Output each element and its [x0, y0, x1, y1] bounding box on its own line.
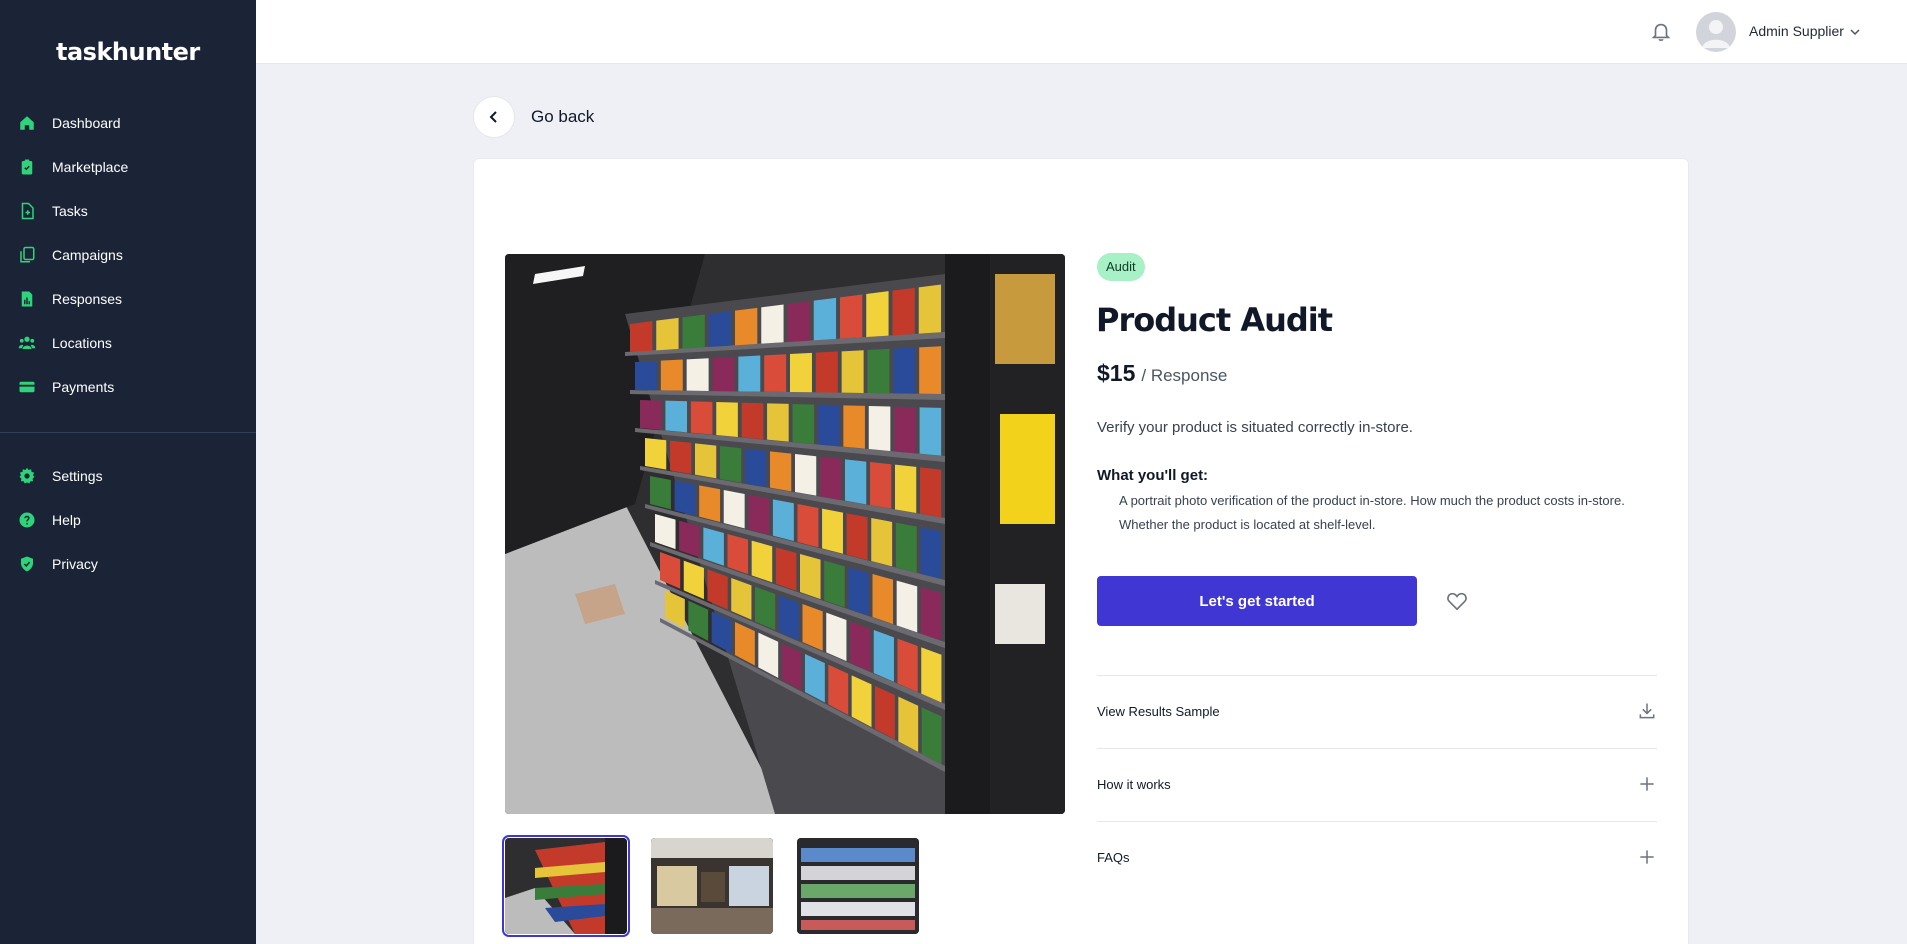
shield-check-icon [18, 555, 36, 573]
bell-icon[interactable] [1650, 20, 1672, 42]
sidebar-item-tasks[interactable]: Tasks [0, 189, 256, 233]
user-silhouette-icon [1702, 20, 1730, 48]
sidebar-item-label: Privacy [52, 556, 98, 572]
sidebar-item-payments[interactable]: Payments [0, 365, 256, 409]
sidebar-divider [0, 432, 256, 433]
sidebar-secondary-nav: Settings Help Privacy [0, 454, 256, 586]
what-you-get-line: A portrait photo verification of the pro… [1119, 493, 1625, 508]
clipboard-icon [18, 158, 36, 176]
thumbnail-1[interactable] [502, 835, 630, 937]
download-icon[interactable] [1637, 701, 1657, 721]
sidebar-item-label: Responses [52, 291, 123, 307]
price-value: $15 [1097, 360, 1136, 386]
price-unit: / Response [1141, 366, 1228, 385]
plus-icon[interactable] [1637, 847, 1657, 867]
sidebar-item-locations[interactable]: Locations [0, 321, 256, 365]
go-back-button[interactable] [473, 96, 515, 138]
bar-chart-icon [18, 290, 36, 308]
sidebar-item-label: Tasks [52, 203, 88, 219]
sidebar-item-label: Help [52, 512, 81, 528]
sidebar-item-label: Campaigns [52, 247, 123, 263]
what-you-get-list: A portrait photo verification of the pro… [1119, 489, 1679, 537]
file-plus-icon [18, 202, 36, 220]
accordion-faqs[interactable]: FAQs [1097, 821, 1657, 893]
sidebar-item-label: Marketplace [52, 159, 129, 175]
accordion-how-it-works[interactable]: How it works [1097, 748, 1657, 820]
accordion-label: View Results Sample [1097, 703, 1220, 719]
users-icon [18, 334, 36, 352]
sidebar-item-dashboard[interactable]: Dashboard [0, 101, 256, 145]
chevron-down-icon[interactable] [1849, 26, 1861, 38]
sidebar-item-settings[interactable]: Settings [0, 454, 256, 498]
sidebar-item-responses[interactable]: Responses [0, 277, 256, 321]
sidebar-item-label: Dashboard [52, 115, 121, 131]
heart-icon[interactable] [1446, 591, 1468, 611]
sidebar-item-label: Settings [52, 468, 103, 484]
copy-icon [18, 246, 36, 264]
credit-card-icon [18, 378, 36, 396]
sidebar: taskhunter Dashboard Marketplace Tasks C… [0, 0, 256, 944]
sidebar-item-label: Payments [52, 379, 115, 395]
sidebar-item-campaigns[interactable]: Campaigns [0, 233, 256, 277]
accordion-label: How it works [1097, 776, 1171, 792]
avatar[interactable] [1696, 12, 1736, 52]
sidebar-main-nav: Dashboard Marketplace Tasks Campaigns Re… [0, 101, 256, 409]
app-logo[interactable]: taskhunter [56, 38, 200, 66]
chevron-left-icon [489, 111, 497, 123]
price: $15 / Response [1097, 360, 1227, 387]
category-badge: Audit [1097, 253, 1145, 281]
plus-icon[interactable] [1637, 774, 1657, 794]
product-image [505, 254, 1065, 814]
sidebar-item-marketplace[interactable]: Marketplace [0, 145, 256, 189]
product-title: Product Audit [1096, 301, 1333, 339]
home-icon [18, 114, 36, 132]
thumbnail-3[interactable] [797, 838, 919, 934]
accordion-label: FAQs [1097, 849, 1130, 865]
user-name[interactable]: Admin Supplier [1749, 23, 1844, 39]
sidebar-item-privacy[interactable]: Privacy [0, 542, 256, 586]
what-you-get-line: Whether the product is located at shelf-… [1119, 517, 1376, 532]
help-circle-icon [18, 511, 36, 529]
product-description: Verify your product is situated correctl… [1097, 419, 1413, 436]
get-started-button[interactable]: Let's get started [1097, 576, 1417, 626]
go-back-label[interactable]: Go back [531, 107, 594, 127]
sidebar-item-label: Locations [52, 335, 112, 351]
thumbnail-2[interactable] [651, 838, 773, 934]
gear-icon [18, 467, 36, 485]
accordion-view-results-sample[interactable]: View Results Sample [1097, 675, 1657, 747]
sidebar-item-help[interactable]: Help [0, 498, 256, 542]
what-you-get-heading: What you'll get: [1097, 467, 1209, 484]
